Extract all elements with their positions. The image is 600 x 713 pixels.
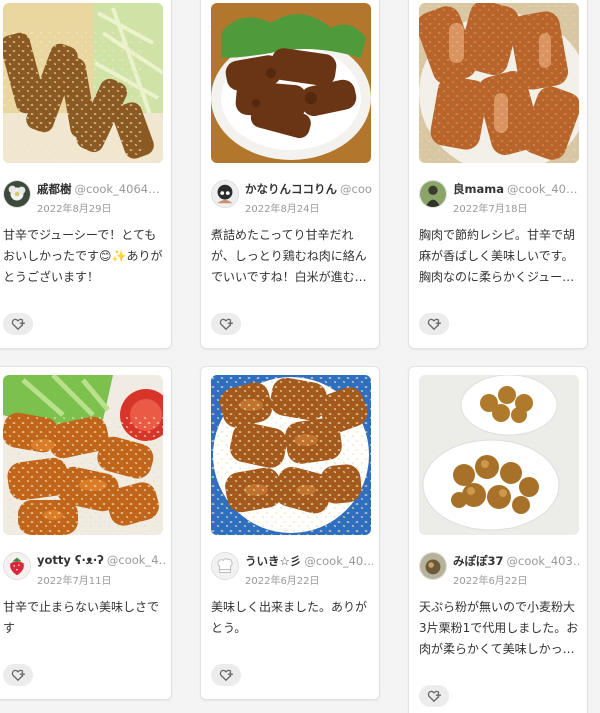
report-author[interactable]: 戚都樹 @cook_4064… 2022年8月29日: [3, 180, 165, 215]
heart-plus-icon: [426, 316, 442, 332]
author-name[interactable]: ういき☆彡: [245, 554, 301, 568]
person-avatar-icon[interactable]: [419, 180, 447, 208]
heart-plus-icon: [426, 688, 442, 704]
strawberry-avatar-icon[interactable]: [3, 552, 31, 580]
recipe-report-card[interactable]: 良mama @cook_40… 2022年7月18日 胸肉で節約レシピ。甘辛で胡麻…: [408, 0, 588, 349]
like-button[interactable]: [419, 313, 449, 335]
dish-photo[interactable]: [3, 3, 163, 163]
report-date: 2022年8月29日: [37, 204, 112, 215]
flower-avatar-icon[interactable]: [3, 180, 31, 208]
like-button[interactable]: [419, 685, 449, 707]
recipe-report-card[interactable]: みぽぽ37 @cook_403… 2022年6月22日 天ぷら粉が無いので小麦粉大…: [408, 366, 588, 713]
dish-photo-image: [419, 3, 579, 163]
report-comment: 甘辛で止まらない美味しさです: [3, 600, 160, 635]
report-author[interactable]: ういき☆彡 @cook_40… 2022年6月22日: [211, 552, 373, 587]
like-button[interactable]: [211, 664, 241, 686]
heart-plus-icon: [10, 316, 26, 332]
report-comment: 甘辛でジューシーで！とてもおいしかったです😊✨ありがとうございます！: [3, 228, 163, 284]
author-id: @cook_4064…: [74, 182, 160, 196]
report-author[interactable]: みぽぽ37 @cook_403… 2022年6月22日: [419, 552, 581, 587]
report-author[interactable]: yotty ʕ·ᴥ·ʔ @cook_4… 2022年7月11日: [3, 552, 165, 587]
author-id: @cook_403…: [506, 554, 581, 568]
chef-hat-avatar-icon[interactable]: [211, 552, 239, 580]
like-button[interactable]: [211, 313, 241, 335]
dish-photo[interactable]: [3, 375, 163, 535]
author-name[interactable]: yotty ʕ·ᴥ·ʔ: [37, 553, 104, 567]
dish-photo[interactable]: [419, 375, 579, 535]
dish-photo[interactable]: [419, 3, 579, 163]
author-name[interactable]: みぽぽ37: [453, 554, 504, 568]
recipe-report-card[interactable]: かなりんココりん@coo… 2022年8月24日 煮詰めたこってり甘辛だれが、し…: [200, 0, 380, 349]
author-name[interactable]: 戚都樹: [37, 182, 72, 196]
report-date: 2022年7月11日: [37, 576, 112, 587]
like-button[interactable]: [3, 313, 33, 335]
heart-plus-icon: [10, 667, 26, 683]
dish-photo-image: [211, 375, 371, 535]
report-comment: 胸肉で節約レシピ。甘辛で胡麻が香ばしく美味しいです。胸肉なのに柔らかくジューシ…: [419, 228, 576, 284]
dish-photo[interactable]: [211, 3, 371, 163]
author-id: @cook_40…: [507, 182, 578, 196]
recipe-report-card[interactable]: yotty ʕ·ᴥ·ʔ @cook_4… 2022年7月11日 甘辛で止まらない美…: [0, 366, 172, 700]
report-comment: 美味しく出来ました。ありがとう。: [211, 600, 368, 635]
report-comment: 天ぷら粉が無いので小麦粉大3片栗粉1で代用しました。お肉が柔らかくて美味しかっ…: [419, 600, 579, 656]
report-date: 2022年8月24日: [245, 204, 320, 215]
recipe-report-card[interactable]: ういき☆彡 @cook_40… 2022年6月22日 美味しく出来ました。ありがと…: [200, 366, 380, 700]
heart-plus-icon: [218, 667, 234, 683]
author-id: @cook_40…: [304, 554, 373, 568]
report-date: 2022年6月22日: [245, 576, 320, 587]
dish-photo-image: [3, 375, 163, 535]
recipe-report-card[interactable]: 戚都樹 @cook_4064… 2022年8月29日 甘辛でジューシーで！とてもお…: [0, 0, 172, 349]
dish-photo[interactable]: [211, 375, 371, 535]
report-author[interactable]: 良mama @cook_40… 2022年7月18日: [419, 180, 581, 215]
author-id: @cook_4…: [106, 553, 165, 567]
author-name[interactable]: かなりんココりん: [245, 182, 337, 196]
character-avatar-icon[interactable]: [211, 180, 239, 208]
author-name[interactable]: 良mama: [453, 182, 504, 196]
dish-photo-image: [211, 3, 371, 163]
dish-photo-image: [419, 375, 579, 535]
dish-photo-image: [3, 3, 163, 163]
heart-plus-icon: [218, 316, 234, 332]
report-author[interactable]: かなりんココりん@coo… 2022年8月24日: [211, 180, 373, 215]
author-id: @coo…: [340, 182, 373, 196]
like-button[interactable]: [3, 664, 33, 686]
photo-avatar-icon[interactable]: [419, 552, 447, 580]
report-date: 2022年7月18日: [453, 204, 528, 215]
report-comment: 煮詰めたこってり甘辛だれが、しっとり鶏むね肉に絡んでいいですね！白米が進むお味、…: [211, 228, 367, 284]
report-date: 2022年6月22日: [453, 576, 528, 587]
